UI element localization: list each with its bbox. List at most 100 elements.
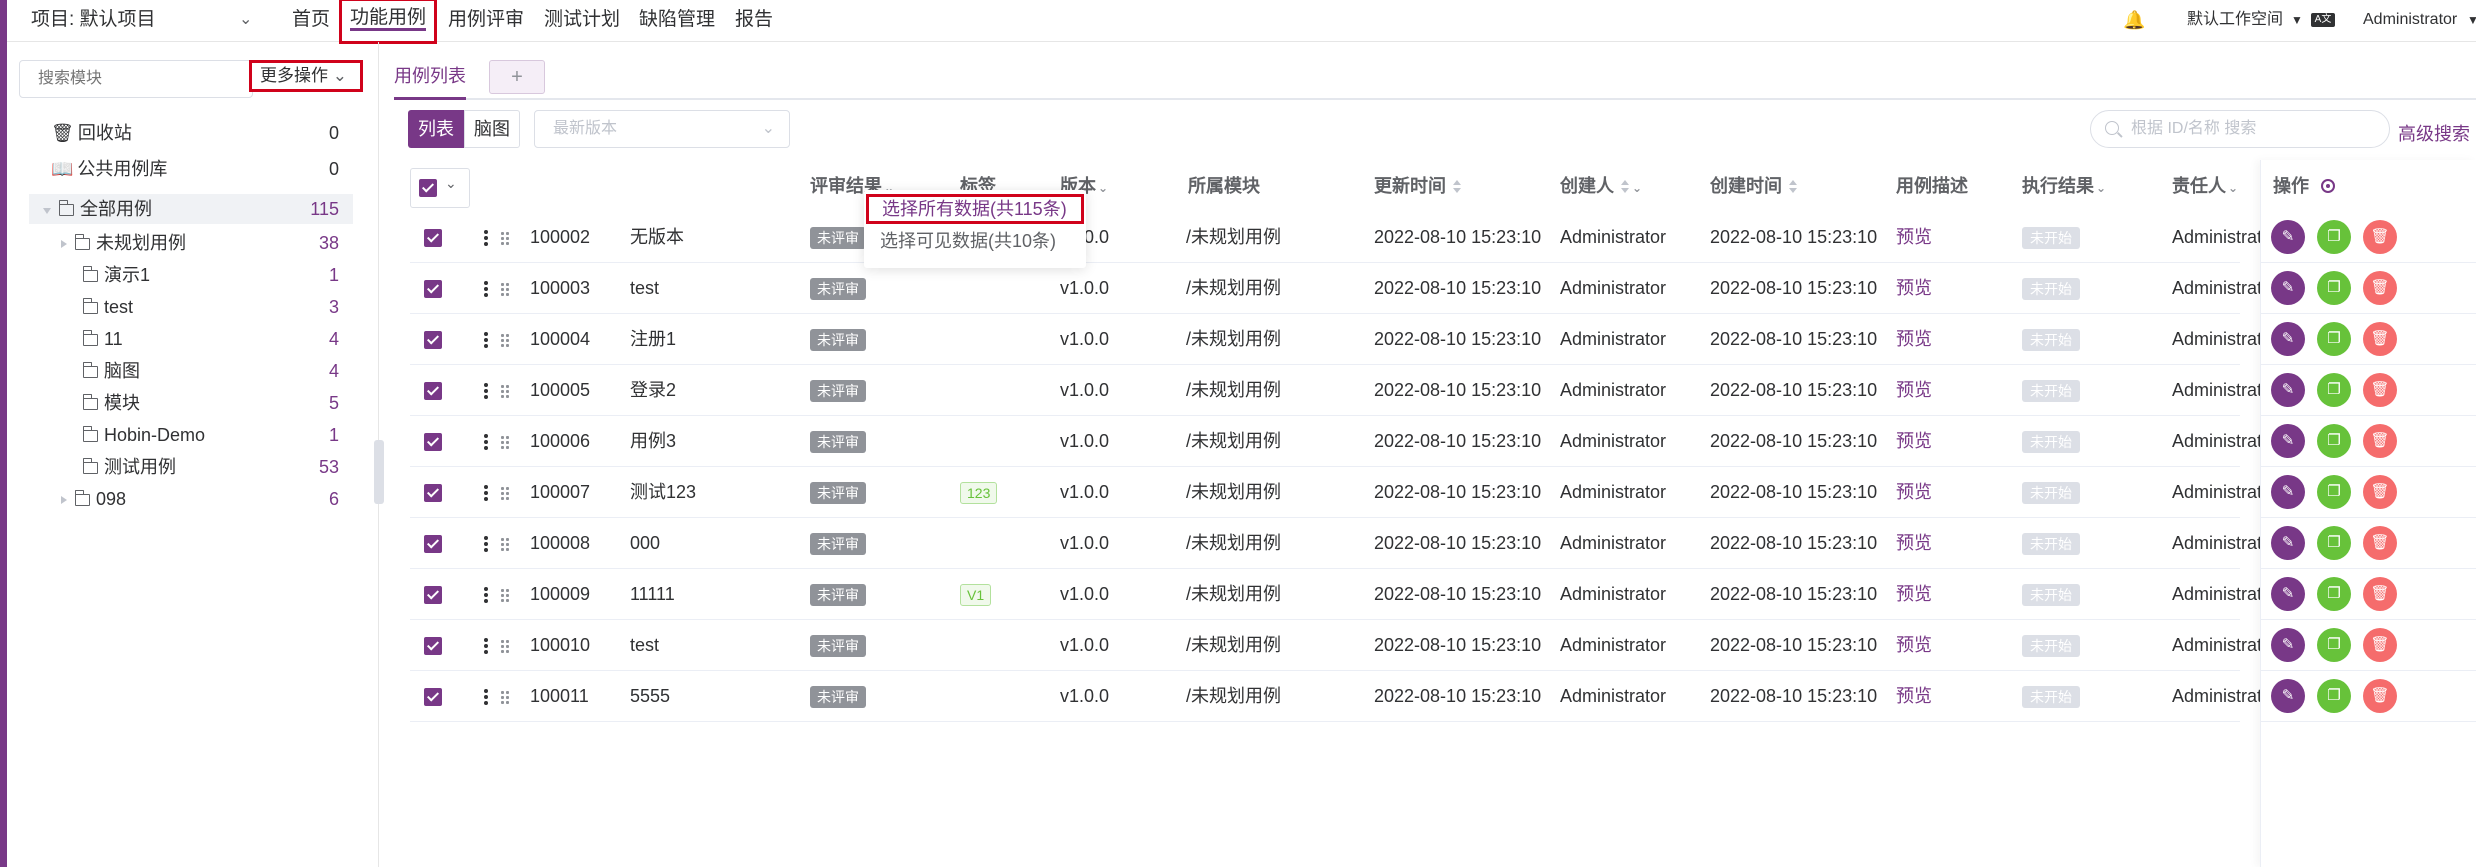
tree-item-11[interactable]: 11 4 [82,324,353,354]
menu-defects[interactable]: 缺陷管理 [639,0,715,42]
table-row[interactable]: 100008 000 未评审 v1.0.0/未规划用例 2022-08-10 15:23… [410,518,2278,569]
language-icon[interactable]: A文 [2311,0,2335,42]
copy-button[interactable]: ❐ [2317,322,2351,356]
caret-down-icon[interactable] [43,208,51,214]
more-vertical-icon[interactable] [484,228,488,248]
tree-item-demo1[interactable]: 演示1 1 [82,260,353,290]
chevron-down-icon[interactable]: ▼ [2467,0,2476,42]
delete-button[interactable]: 🗑 [2363,373,2397,407]
more-vertical-icon[interactable] [484,483,488,503]
delete-button[interactable]: 🗑 [2363,271,2397,305]
module-search-input[interactable] [19,60,253,98]
drag-handle-icon[interactable] [500,689,510,706]
tree-item-mindmap[interactable]: 脑图 4 [82,356,353,386]
copy-button[interactable]: ❐ [2317,577,2351,611]
delete-button[interactable]: 🗑 [2363,322,2397,356]
row-more-menu[interactable] [484,671,488,722]
sort-icon[interactable] [1788,179,1798,195]
edit-button[interactable]: ✎ [2271,424,2305,458]
edit-button[interactable]: ✎ [2271,271,2305,305]
user-menu[interactable]: Administrator [2363,0,2457,42]
cell-preview-link[interactable]: 预览 [1896,569,1932,620]
cell-preview-link[interactable]: 预览 [1896,467,1932,518]
table-row[interactable]: 100010 test 未评审 v1.0.0/未规划用例 2022-08-10 15:2… [410,620,2278,671]
table-row[interactable]: 100006 用例3 未评审 v1.0.0/未规划用例 2022-08-10 15:23… [410,416,2278,467]
table-row[interactable]: 100004 注册1 未评审 v1.0.0/未规划用例 2022-08-10 15:23… [410,314,2278,365]
drag-handle-icon[interactable] [500,485,510,502]
row-more-menu[interactable] [484,620,488,671]
row-drag-handle[interactable] [500,620,510,671]
drag-handle-icon[interactable] [500,638,510,655]
copy-button[interactable]: ❐ [2317,424,2351,458]
tree-item-test[interactable]: test 3 [82,292,353,322]
sort-icon[interactable] [1620,179,1630,195]
copy-button[interactable]: ❐ [2317,220,2351,254]
tree-item-all-cases[interactable]: 全部用例 115 [29,194,353,224]
more-vertical-icon[interactable] [484,585,488,605]
tree-item-unplanned[interactable]: 未规划用例 38 [61,228,353,258]
select-all-data-option[interactable]: 选择所有数据(共115条) [866,194,1084,224]
chevron-down-icon[interactable]: ▼ [2291,0,2303,42]
drag-handle-icon[interactable] [500,383,510,400]
bell-icon[interactable]: 🔔 [2123,0,2145,42]
row-more-menu[interactable] [484,518,488,569]
copy-button[interactable]: ❐ [2317,628,2351,662]
drag-handle-icon[interactable] [500,587,510,604]
view-list-button[interactable]: 列表 [408,110,464,148]
table-row[interactable]: 100003 test 未评审 v1.0.0/未规划用例 2022-08-10 15:2… [410,263,2278,314]
edit-button[interactable]: ✎ [2271,475,2305,509]
more-vertical-icon[interactable] [484,687,488,707]
select-all-checkbox[interactable] [419,179,437,197]
row-drag-handle[interactable] [500,467,510,518]
col-creator[interactable]: 创建人 ⌄ [1560,160,1642,212]
row-more-menu[interactable] [484,467,488,518]
delete-button[interactable]: 🗑 [2363,628,2397,662]
cell-preview-link[interactable]: 预览 [1896,620,1932,671]
col-created[interactable]: 创建时间 [1710,160,1798,212]
filter-icon[interactable]: ⌄ [2096,181,2106,195]
filter-icon[interactable]: ⌄ [1632,181,1642,195]
row-more-menu[interactable] [484,314,488,365]
edit-button[interactable]: ✎ [2271,577,2305,611]
project-selector[interactable]: 项目: 默认项目 [31,0,156,42]
row-checkbox[interactable] [424,620,442,671]
tree-item-trash[interactable]: 🗑 回收站 0 [51,118,353,148]
row-checkbox[interactable] [424,671,442,722]
more-vertical-icon[interactable] [484,432,488,452]
checkbox-checked-icon[interactable] [424,382,442,401]
delete-button[interactable]: 🗑 [2363,679,2397,713]
edit-button[interactable]: ✎ [2271,322,2305,356]
gear-icon[interactable] [2321,179,2335,193]
cell-preview-link[interactable]: 预览 [1896,671,1932,722]
menu-test-plan[interactable]: 测试计划 [544,0,620,42]
row-drag-handle[interactable] [500,212,510,263]
drag-handle-icon[interactable] [500,434,510,451]
drag-handle-icon[interactable] [500,536,510,553]
delete-button[interactable]: 🗑 [2363,424,2397,458]
row-checkbox[interactable] [424,212,442,263]
row-checkbox[interactable] [424,416,442,467]
delete-button[interactable]: 🗑 [2363,220,2397,254]
col-owner[interactable]: 责任人 ⌄ [2172,160,2238,212]
row-drag-handle[interactable] [500,569,510,620]
checkbox-checked-icon[interactable] [424,535,442,554]
workspace-selector[interactable]: 默认工作空间 [2187,0,2283,42]
more-vertical-icon[interactable] [484,279,488,299]
edit-button[interactable]: ✎ [2271,373,2305,407]
copy-button[interactable]: ❐ [2317,475,2351,509]
table-row[interactable]: 100002无版本未评审v1.0.0/未规划用例2022-08-10 15:23… [410,212,2278,263]
row-checkbox[interactable] [424,263,442,314]
edit-button[interactable]: ✎ [2271,220,2305,254]
row-more-menu[interactable] [484,569,488,620]
select-all-dropdown[interactable]: ⌄ [410,168,470,208]
checkbox-checked-icon[interactable] [424,229,442,248]
delete-button[interactable]: 🗑 [2363,577,2397,611]
row-checkbox[interactable] [424,314,442,365]
row-more-menu[interactable] [484,212,488,263]
more-ops-dropdown[interactable]: 更多操作 ⌄ [249,60,363,92]
row-drag-handle[interactable] [500,518,510,569]
edit-button[interactable]: ✎ [2271,628,2305,662]
checkbox-checked-icon[interactable] [424,637,442,656]
menu-report[interactable]: 报告 [735,0,773,42]
copy-button[interactable]: ❐ [2317,373,2351,407]
